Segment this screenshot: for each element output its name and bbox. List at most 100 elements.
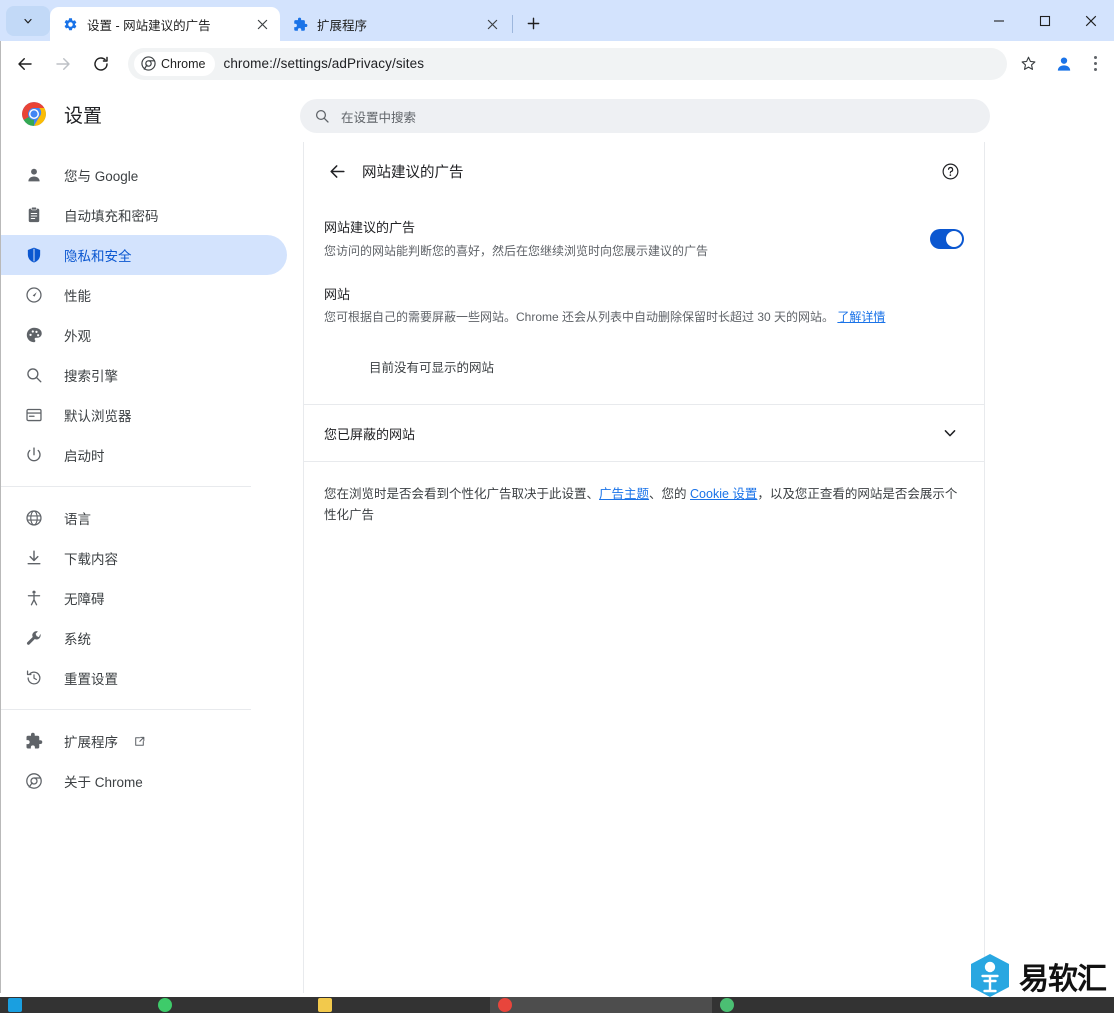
ads-footnote: 您在浏览时是否会看到个性化广告取决于此设置、广告主题、您的 Cookie 设置，… xyxy=(304,462,984,526)
sites-section: 网站 您可根据自己的需要屏蔽一些网站。Chrome 还会从列表中自动删除保留时长… xyxy=(304,279,984,404)
learn-more-link[interactable]: 了解详情 xyxy=(837,310,885,324)
tab-settings[interactable]: 设置 - 网站建议的广告 xyxy=(50,7,280,41)
taskbar-app-icon xyxy=(720,998,734,1012)
close-icon xyxy=(1085,15,1097,26)
forward-button[interactable] xyxy=(46,47,80,81)
page-scrollbar[interactable] xyxy=(1100,284,1114,1013)
history-restore-icon xyxy=(24,668,44,688)
chevron-down-icon xyxy=(24,18,32,24)
search-placeholder: 在设置中搜索 xyxy=(341,110,417,125)
browser-window-icon xyxy=(24,405,44,425)
reload-button[interactable] xyxy=(84,47,118,81)
sidebar-item-label: 搜索引擎 xyxy=(64,369,118,384)
sidebar-item-label: 语言 xyxy=(64,512,91,527)
download-icon xyxy=(24,548,44,568)
plus-icon xyxy=(527,17,539,29)
sidebar-item-you-and-google[interactable]: 您与 Google xyxy=(0,155,287,195)
back-button[interactable] xyxy=(8,47,42,81)
chrome-logo-icon xyxy=(20,100,48,128)
sidebar-item-performance[interactable]: 性能 xyxy=(0,275,287,315)
sidebar-item-search-engine[interactable]: 搜索引擎 xyxy=(0,355,287,395)
url-text: chrome://settings/adPrivacy/sites xyxy=(223,56,425,71)
sidebar-item-about-chrome[interactable]: 关于 Chrome xyxy=(0,761,287,801)
tab-separator xyxy=(512,15,513,33)
sidebar-item-label: 下载内容 xyxy=(64,552,118,567)
close-window-button[interactable] xyxy=(1068,0,1114,41)
toggle-knob xyxy=(946,231,962,247)
browser-menu-button[interactable] xyxy=(1082,48,1108,80)
chevron-down-icon xyxy=(944,430,956,437)
sites-empty-state: 目前没有可显示的网站 xyxy=(369,361,495,375)
sidebar-item-default-browser[interactable]: 默认浏览器 xyxy=(0,395,287,435)
arrow-left-icon xyxy=(18,57,32,70)
maximize-button[interactable] xyxy=(1022,0,1068,41)
tab-close-button[interactable] xyxy=(252,14,272,34)
extension-puzzle-icon xyxy=(292,16,308,32)
tab-close-button[interactable] xyxy=(482,14,502,34)
sites-description: 您可根据自己的需要屏蔽一些网站。Chrome 还会从列表中自动删除保留时长超过 … xyxy=(324,307,964,327)
search-icon xyxy=(24,365,44,385)
settings-page-header: 网站建议的广告 xyxy=(304,142,984,200)
footnote-part1: 您在浏览时是否会看到个性化广告取决于此设置、 xyxy=(324,487,600,501)
sidebar-divider-1 xyxy=(0,486,251,487)
profile-button[interactable] xyxy=(1049,49,1079,79)
tab-title: 扩展程序 xyxy=(317,18,368,33)
sidebar-item-privacy-and-security[interactable]: 隐私和安全 xyxy=(0,235,287,275)
sidebar-item-label: 无障碍 xyxy=(64,592,105,607)
sidebar-item-accessibility[interactable]: 无障碍 xyxy=(0,578,287,618)
arrow-right-icon xyxy=(56,57,70,70)
sidebar-item-appearance[interactable]: 外观 xyxy=(0,315,287,355)
sidebar-item-downloads[interactable]: 下载内容 xyxy=(0,538,287,578)
taskbar-item[interactable] xyxy=(310,997,490,1013)
suggested-ads-toggle[interactable] xyxy=(930,229,964,249)
toggle-row-secondary: 您访问的网站能判断您的喜好，然后在您继续浏览时向您展示建议的广告 xyxy=(324,244,709,258)
chrome-logo-icon xyxy=(141,56,156,71)
blocked-sites-label: 您已屏蔽的网站 xyxy=(324,426,416,442)
taskbar-item[interactable] xyxy=(0,997,150,1013)
taskbar-item-active[interactable] xyxy=(490,997,712,1013)
search-icon xyxy=(315,109,329,123)
blocked-sites-expand-button[interactable] xyxy=(936,419,964,447)
taskbar-app-icon xyxy=(318,998,332,1012)
sites-heading: 网站 xyxy=(324,287,351,302)
taskbar-item[interactable] xyxy=(712,997,912,1013)
power-icon xyxy=(24,445,44,465)
sidebar-item-label: 重置设置 xyxy=(64,672,118,687)
sidebar-item-label: 关于 Chrome xyxy=(64,775,143,790)
tab-strip: 设置 - 网站建议的广告 扩展程序 xyxy=(0,0,1114,41)
maximize-icon xyxy=(1039,15,1051,26)
tab-extensions[interactable]: 扩展程序 xyxy=(280,7,510,41)
palette-icon xyxy=(24,325,44,345)
address-bar[interactable]: Chrome chrome://settings/adPrivacy/sites xyxy=(128,47,1007,80)
chrome-chip-label: Chrome xyxy=(161,56,206,71)
bookmark-button[interactable] xyxy=(1013,49,1043,79)
new-tab-button[interactable] xyxy=(519,9,547,37)
settings-main-pane: 网站建议的广告 网站建议的广告 您访问的网站能判断您的喜好，然后在您继续浏览时向… xyxy=(304,142,984,993)
sidebar-divider-2 xyxy=(0,709,251,710)
search-input[interactable]: 在设置中搜索 xyxy=(300,99,990,133)
browser-toolbar: Chrome chrome://settings/adPrivacy/sites xyxy=(0,41,1114,86)
sidebar-item-extensions[interactable]: 扩展程序 xyxy=(0,721,287,761)
taskbar-item[interactable] xyxy=(150,997,310,1013)
sidebar-item-on-startup[interactable]: 启动时 xyxy=(0,435,287,475)
footnote-part2: 、您的 xyxy=(649,487,691,501)
minimize-button[interactable] xyxy=(976,0,1022,41)
sidebar-item-languages[interactable]: 语言 xyxy=(0,498,287,538)
sidebar-item-autofill[interactable]: 自动填充和密码 xyxy=(0,195,287,235)
taskbar-app-icon xyxy=(498,998,512,1012)
sidebar-item-label: 扩展程序 xyxy=(64,735,118,750)
settings-back-button[interactable] xyxy=(321,155,353,187)
sidebar-item-reset-settings[interactable]: 重置设置 xyxy=(0,658,287,698)
page-title: 设置 xyxy=(64,105,103,127)
sidebar-item-system[interactable]: 系统 xyxy=(0,618,287,658)
accessibility-icon xyxy=(24,588,44,608)
globe-icon xyxy=(24,508,44,528)
sidebar-item-label: 外观 xyxy=(64,329,91,344)
help-button[interactable] xyxy=(936,157,964,185)
tab-search-button[interactable] xyxy=(6,6,50,36)
browser-window: 设置 - 网站建议的广告 扩展程序 Chrome chrome://settin… xyxy=(0,0,1114,1013)
cookie-settings-link[interactable]: Cookie 设置 xyxy=(690,487,757,501)
blocked-sites-row[interactable]: 您已屏蔽的网站 xyxy=(304,405,984,461)
ad-topics-link[interactable]: 广告主题 xyxy=(599,487,649,501)
wrench-icon xyxy=(24,628,44,648)
